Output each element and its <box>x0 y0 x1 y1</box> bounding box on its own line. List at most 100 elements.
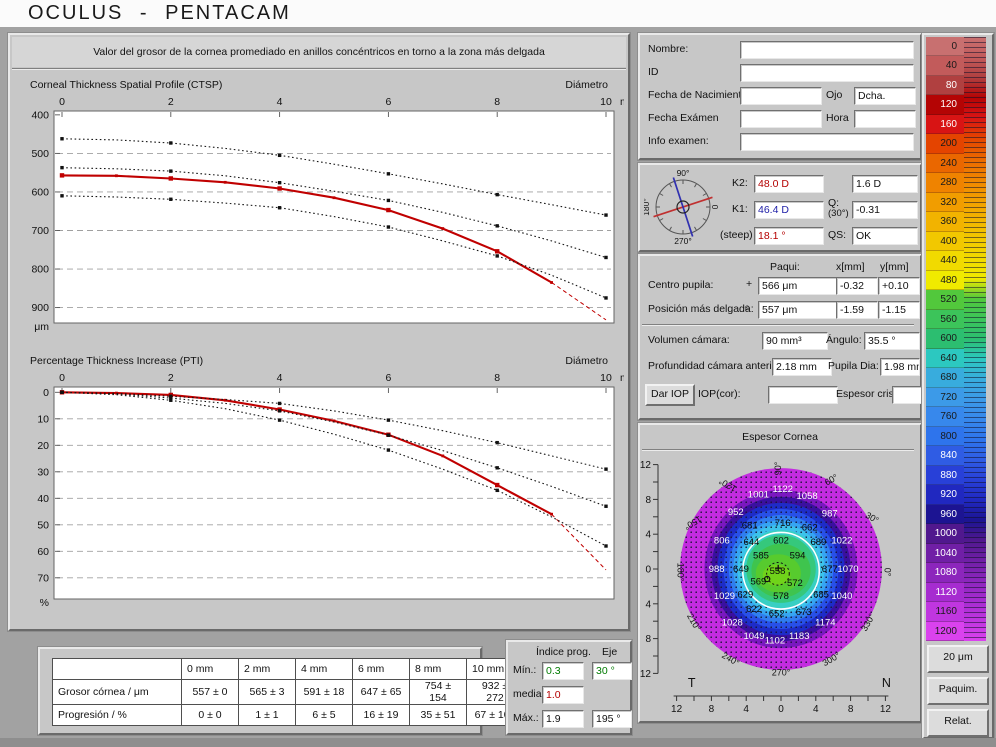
pupil-x-field[interactable]: -0.32 <box>836 277 878 295</box>
table-row: Grosor córnea / μm557 ± 0565 ± 3591 ± 18… <box>53 680 524 705</box>
thinnest-paqui-field[interactable]: 557 μm <box>758 301 838 319</box>
scale-step: 1120 <box>926 583 964 602</box>
table-cell: 565 ± 3 <box>239 680 296 705</box>
scale-step: 1160 <box>926 602 964 621</box>
prog-max-axis-value[interactable]: 195 ° <box>592 710 632 728</box>
pti-chart-title: Percentage Thickness Increase (PTI) <box>30 355 203 367</box>
patient-examdate-field[interactable] <box>740 110 822 128</box>
iop-cor-field[interactable] <box>768 386 838 404</box>
svg-text:600: 600 <box>31 186 49 198</box>
prog-max-label: Máx.: <box>513 712 539 724</box>
app-title: OCULUS - PENTACAM <box>28 2 291 25</box>
scale-step: 680 <box>926 368 964 387</box>
prog-mean-label: media: <box>513 688 545 700</box>
paquim-button[interactable]: Paquim. <box>927 677 989 705</box>
color-scale-panel: 0408012016020024028032036040044048052056… <box>922 33 994 739</box>
chamber-volume-field[interactable]: 90 mm³ <box>762 332 828 350</box>
patient-birth-field[interactable] <box>740 87 822 105</box>
dar-iop-button[interactable]: Dar IOP <box>645 384 695 406</box>
lens-thickness-label: Espesor crist <box>836 388 897 400</box>
svg-text:20: 20 <box>37 440 49 452</box>
scale-step-button[interactable]: 20 μm <box>927 645 989 673</box>
pupil-y-field[interactable]: +0.10 <box>878 277 920 295</box>
prog-min-axis-value[interactable]: 30 ° <box>592 662 632 680</box>
scale-step: 320 <box>926 193 964 212</box>
svg-text:629: 629 <box>737 589 753 600</box>
patient-eye-field[interactable]: Dcha. <box>854 87 916 105</box>
svg-text:900: 900 <box>31 302 49 314</box>
charts-subtitle: Valor del grosor de la cornea promediado… <box>12 37 626 67</box>
scale-step: 1040 <box>926 544 964 563</box>
ctsp-diameter-label: Diámetro <box>565 79 608 91</box>
x-column-header: x[mm] <box>836 261 865 273</box>
scale-step: 920 <box>926 485 964 504</box>
svg-text:1049: 1049 <box>743 631 764 642</box>
steep-axis-field[interactable]: 18.1 ° <box>754 227 824 245</box>
table-header: 0 mm <box>182 659 239 680</box>
table-header: 6 mm <box>353 659 410 680</box>
patient-hour-field[interactable] <box>854 110 916 128</box>
svg-text:4: 4 <box>645 530 651 541</box>
cyl-value-field[interactable]: 1.6 D <box>852 175 918 193</box>
svg-text:270°: 270° <box>674 236 692 246</box>
thinnest-x-field[interactable]: -1.59 <box>836 301 878 319</box>
svg-text:4: 4 <box>277 372 283 384</box>
svg-text:40: 40 <box>37 493 49 505</box>
svg-text:800: 800 <box>31 264 49 276</box>
table-header: 8 mm <box>410 659 467 680</box>
prog-mean-value[interactable]: 1.0 <box>542 686 584 704</box>
svg-text:0: 0 <box>43 387 49 399</box>
svg-text:1122: 1122 <box>773 484 793 495</box>
prog-max-value[interactable]: 1.9 <box>542 710 584 728</box>
svg-text:0: 0 <box>59 372 65 384</box>
scale-step: 800 <box>926 427 964 446</box>
progression-axis-header: Eje <box>602 646 617 658</box>
color-scale-gradient <box>964 37 986 641</box>
scale-step: 40 <box>926 56 964 75</box>
svg-text:60°: 60° <box>823 472 840 488</box>
svg-text:N: N <box>882 676 891 690</box>
svg-text:987: 987 <box>822 509 838 520</box>
svg-text:700: 700 <box>31 225 49 237</box>
thinnest-y-field[interactable]: -1.15 <box>878 301 920 319</box>
scale-step: 0 <box>926 37 964 56</box>
svg-text:677: 677 <box>822 564 838 575</box>
svg-text:8: 8 <box>494 96 500 108</box>
scale-step: 1000 <box>926 524 964 543</box>
svg-text:685: 685 <box>813 589 829 600</box>
svg-text:622: 622 <box>746 604 762 615</box>
summary-table: 0 mm2 mm4 mm6 mm8 mm10 mmGrosor córnea /… <box>52 658 524 726</box>
map-title: Espesor Cornea <box>640 431 920 443</box>
svg-text:8: 8 <box>848 704 854 715</box>
svg-text:50: 50 <box>37 519 49 531</box>
svg-text:644: 644 <box>743 537 759 548</box>
svg-text:1183: 1183 <box>789 631 809 642</box>
charts-panel: Valor del grosor de la cornea promediado… <box>8 33 630 631</box>
angle-field[interactable]: 35.5 ° <box>864 332 920 350</box>
patient-name-field[interactable] <box>740 41 914 59</box>
table-cell: 35 ± 51 <box>410 705 467 726</box>
pachymetry-map: 1001112210589529876817166628066446026891… <box>640 451 918 719</box>
table-cell: 1 ± 1 <box>239 705 296 726</box>
pupil-paqui-field[interactable]: 566 μm <box>758 277 838 295</box>
lens-thickness-field[interactable] <box>892 386 922 404</box>
patient-id-field[interactable] <box>740 64 914 82</box>
q-sub-label: (30°) <box>828 208 849 219</box>
pupil-diameter-field[interactable]: 1.98 mm <box>880 358 920 376</box>
svg-text:585: 585 <box>753 550 769 561</box>
patient-info-field[interactable] <box>740 133 914 151</box>
patient-name-label: Nombre: <box>648 43 688 55</box>
prog-min-value[interactable]: 0.3 <box>542 662 584 680</box>
svg-text:662: 662 <box>802 522 818 533</box>
prog-min-label: Mín.: <box>513 664 536 676</box>
relat-button[interactable]: Relat. <box>927 709 989 737</box>
k1-value-field[interactable]: 46.4 D <box>754 201 824 219</box>
k2-value-field[interactable]: 48.0 D <box>754 175 824 193</box>
svg-text:180°: 180° <box>675 563 685 582</box>
q-value-field[interactable]: -0.31 <box>852 201 918 219</box>
acd-field[interactable]: 2.18 mm <box>772 358 832 376</box>
svg-text:558: 558 <box>770 566 786 577</box>
y-column-header: y[mm] <box>880 261 909 273</box>
acd-label: Profundidad cámara anterior <box>648 360 781 372</box>
qs-value-field[interactable]: OK <box>852 227 918 245</box>
